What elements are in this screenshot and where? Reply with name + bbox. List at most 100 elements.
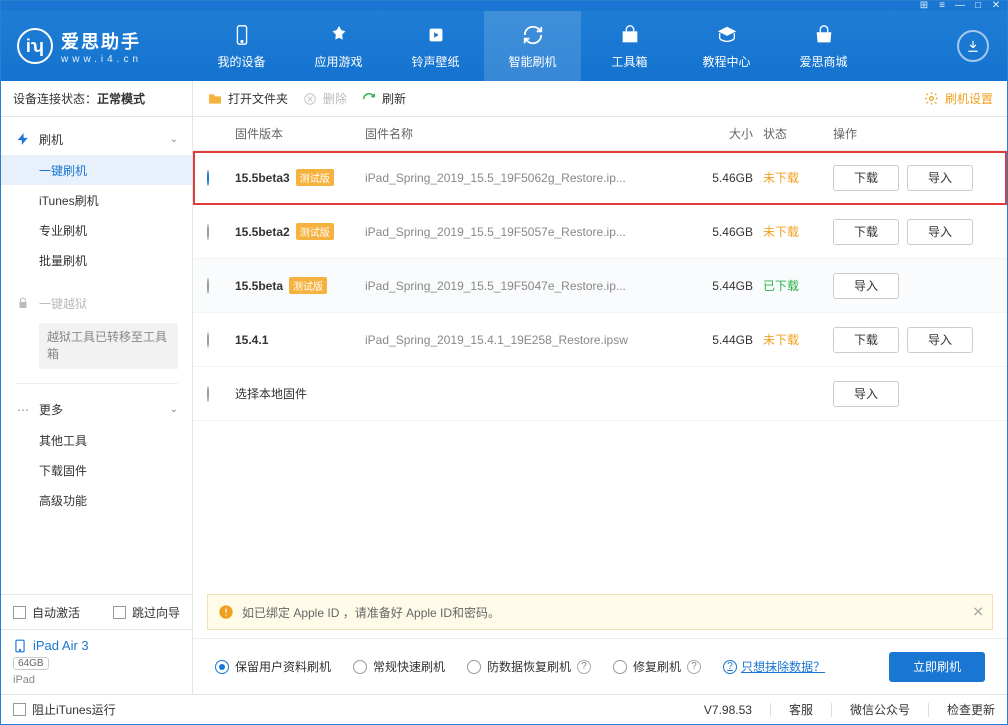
auto-activate-row: 自动激活 跳过向导 [1,595,192,629]
import-button[interactable]: 导入 [907,219,973,245]
sidebar-item-more-1[interactable]: 下载固件 [1,456,192,486]
col-name: 固件名称 [365,125,683,142]
block-itunes-checkbox[interactable] [13,703,26,716]
nav-device[interactable]: 我的设备 [193,11,290,81]
option-radio[interactable] [353,660,367,674]
download-button[interactable]: 下载 [833,219,899,245]
firmware-radio[interactable] [207,386,209,402]
import-button[interactable]: 导入 [833,381,899,407]
import-button[interactable]: 导入 [833,273,899,299]
flash-settings-button[interactable]: 刷机设置 [924,90,993,107]
sidebar-item-more-2[interactable]: 高级功能 [1,486,192,516]
sidebar-jailbreak-title: 一键越狱 [39,295,87,312]
sidebar-item-flash-3[interactable]: 批量刷机 [1,245,192,275]
maximize-icon[interactable]: □ [973,1,983,11]
minimize-icon[interactable]: — [955,1,965,11]
nav-tutorials[interactable]: 教程中心 [678,11,775,81]
col-version: 固件版本 [235,125,365,142]
option-radio[interactable] [613,660,627,674]
tools-icon [618,23,642,47]
tip-close-icon[interactable]: ✕ [972,604,984,621]
help-icon[interactable]: ? [687,660,701,674]
main-nav: 我的设备应用游戏铃声壁纸智能刷机工具箱教程中心爱思商城 [193,11,1007,81]
sidebar-head-more[interactable]: ⋯ 更多 ⌄ [1,394,192,426]
firmware-row[interactable]: 15.4.1iPad_Spring_2019_15.4.1_19E258_Res… [193,313,1007,367]
close-icon[interactable]: ✕ [991,1,1001,11]
header: iʮ 爱思助手 www.i4.cn 我的设备应用游戏铃声壁纸智能刷机工具箱教程中… [1,11,1007,81]
download-indicator-icon[interactable] [957,30,989,62]
auto-activate-label: 自动激活 [32,604,80,621]
firmware-version: 15.4.1 [235,333,365,347]
firmware-radio[interactable] [207,170,209,186]
wechat-link[interactable]: 微信公众号 [850,701,910,718]
local-firmware-row[interactable]: 选择本地固件导入 [193,367,1007,421]
grid-icon[interactable]: ⊞ [919,1,929,11]
sidebar-flash-title: 刷机 [39,131,63,148]
option-radio[interactable] [467,660,481,674]
chevron-down-icon: ⌄ [170,134,178,145]
flash-option-2[interactable]: 防数据恢复刷机? [467,658,591,675]
firmware-version: 15.5beta2测试版 [235,223,365,240]
sidebar-item-flash-0[interactable]: 一键刷机 [1,155,192,185]
firmware-radio[interactable] [207,332,209,348]
firmware-status: 未下载 [763,331,833,348]
beta-tag: 测试版 [289,277,327,294]
flash-now-button[interactable]: 立即刷机 [889,652,985,682]
option-radio[interactable] [215,660,229,674]
delete-button[interactable]: 删除 [302,90,347,107]
flash-option-3[interactable]: 修复刷机? [613,658,701,675]
import-button[interactable]: 导入 [907,165,973,191]
refresh-button[interactable]: 刷新 [361,90,406,107]
toolbar: 打开文件夹 删除 刷新 刷机设置 [193,81,1007,117]
device-info[interactable]: iPad Air 3 64GB iPad [1,629,192,694]
help-icon[interactable]: ? [577,660,591,674]
firmware-name: iPad_Spring_2019_15.5_19F5047e_Restore.i… [365,279,683,293]
flash-option-1[interactable]: 常规快速刷机 [353,658,445,675]
tip-text: 如已绑定 Apple ID ，请准备好 Apple ID和密码。 [242,604,500,621]
erase-data-link[interactable]: ? 只想抹除数据？ [723,658,825,675]
folder-icon [207,91,223,107]
table-header: 固件版本 固件名称 大小 状态 操作 [193,117,1007,151]
flash-option-0[interactable]: 保留用户资料刷机 [215,658,331,675]
tutorials-icon [715,23,739,47]
download-button[interactable]: 下载 [833,327,899,353]
sidebar-item-flash-2[interactable]: 专业刷机 [1,215,192,245]
flash-icon [15,131,31,147]
firmware-version: 15.5beta3测试版 [235,169,365,186]
firmware-radio[interactable] [207,224,209,240]
nav-flash[interactable]: 智能刷机 [484,11,581,81]
nav-tools[interactable]: 工具箱 [581,11,678,81]
nav-apps[interactable]: 应用游戏 [290,11,387,81]
apps-icon [327,23,351,47]
device-capacity: 64GB [13,657,49,670]
col-size: 大小 [683,125,763,142]
sidebar-head-jailbreak[interactable]: 一键越狱 [1,287,192,319]
firmware-row[interactable]: 15.5beta3测试版iPad_Spring_2019_15.5_19F506… [193,151,1007,205]
firmware-row[interactable]: 15.5beta2测试版iPad_Spring_2019_15.5_19F505… [193,205,1007,259]
check-update-link[interactable]: 检查更新 [947,701,995,718]
support-link[interactable]: 客服 [789,701,813,718]
tablet-icon [13,639,27,653]
sidebar-head-flash[interactable]: 刷机 ⌄ [1,123,192,155]
auto-activate-checkbox[interactable] [13,606,26,619]
firmware-size: 5.46GB [683,225,763,239]
import-button[interactable]: 导入 [907,327,973,353]
sidebar: 设备连接状态： 正常模式 刷机 ⌄ 一键刷机iTunes刷机专业刷机批量刷机 一… [1,81,193,694]
firmware-row[interactable]: 15.5beta测试版iPad_Spring_2019_15.5_19F5047… [193,259,1007,313]
flash-icon [521,23,545,47]
nav-ringtones[interactable]: 铃声壁纸 [387,11,484,81]
sidebar-more-title: 更多 [39,401,63,418]
main-content: 打开文件夹 删除 刷新 刷机设置 固件版本 固件名称 大小 状态 操作 15.5… [193,81,1007,694]
chevron-down-icon: ⌄ [170,404,178,415]
sidebar-item-flash-1[interactable]: iTunes刷机 [1,185,192,215]
sidebar-item-more-0[interactable]: 其他工具 [1,426,192,456]
beta-tag: 测试版 [296,169,334,186]
menu-icon[interactable]: ≡ [937,1,947,11]
nav-store[interactable]: 爱思商城 [775,11,872,81]
open-folder-button[interactable]: 打开文件夹 [207,90,288,107]
more-icon: ⋯ [15,402,31,418]
download-button[interactable]: 下载 [833,165,899,191]
skip-guide-label: 跳过向导 [132,604,180,621]
firmware-radio[interactable] [207,278,209,294]
skip-guide-checkbox[interactable] [113,606,126,619]
